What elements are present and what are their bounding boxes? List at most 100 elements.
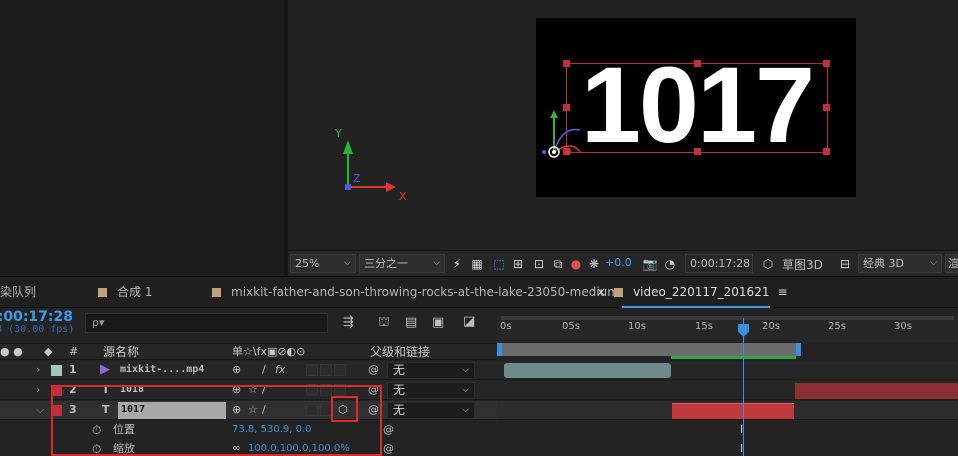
chevron-down-icon: ⌵ <box>462 365 469 375</box>
handle-br[interactable] <box>823 148 830 155</box>
ruler-label: 20s <box>762 321 780 332</box>
quality-switch-icon[interactable]: / <box>262 361 266 379</box>
pickwhip-icon[interactable]: @ <box>383 421 394 439</box>
playhead-line <box>743 318 744 456</box>
parent-value: 无 <box>393 403 406 417</box>
view-options-icon[interactable]: ⊡ <box>531 256 547 272</box>
tab-label: 合成 1 <box>117 285 153 299</box>
ruler-label: 0s <box>500 321 512 332</box>
layer-search-input[interactable]: ρ▾ <box>85 313 328 333</box>
track-row[interactable] <box>497 401 958 420</box>
parent-dropdown[interactable]: 无 ⌵ <box>387 382 475 399</box>
work-area-bar[interactable] <box>501 343 799 356</box>
comp-swatch <box>98 288 107 297</box>
graph-editor-icon[interactable]: ◪ <box>463 314 475 329</box>
work-area-end[interactable] <box>796 343 801 356</box>
frame-blending-icon[interactable]: ▣ <box>432 315 444 330</box>
switch-box[interactable] <box>306 364 318 376</box>
layer-row[interactable]: › 1 ▶ mixkit-....mp4 ⊕ / fx @ 无 ⌵ <box>0 361 497 380</box>
parent-header: 父级和链接 <box>370 345 431 359</box>
shy-layers-icon[interactable]: ▤ <box>405 315 417 330</box>
tab-menu-icon[interactable]: ≡ <box>777 285 787 299</box>
layer-bar-video[interactable] <box>504 363 671 378</box>
ruler-label: 30s <box>894 321 912 332</box>
switch-box[interactable] <box>334 364 346 376</box>
parent-dropdown[interactable]: 无 ⌵ <box>387 362 475 379</box>
axis-y-label: Y <box>335 127 342 140</box>
tab-render-queue[interactable]: 渲染队列 <box>0 277 36 309</box>
tab-video[interactable]: × video_220117_201621 ≡ <box>596 277 788 309</box>
renderer-value: 经典 3D <box>863 257 904 270</box>
handle-tr[interactable] <box>823 60 830 67</box>
mask-visibility-icon[interactable]: ⬚ <box>491 256 507 272</box>
ruler-label: 10s <box>628 321 646 332</box>
tab-label: 渲染队列 <box>0 285 37 299</box>
resolution-dropdown[interactable]: 三分之一 ⌵ <box>359 254 445 273</box>
parent-value: 无 <box>393 383 406 397</box>
work-area-start[interactable] <box>497 343 502 356</box>
draft3d-icon[interactable]: ⬡ <box>760 256 776 272</box>
highlight-3d-switch <box>331 396 358 422</box>
close-icon[interactable]: × <box>596 285 606 299</box>
tab-mixkit[interactable]: mixkit-father-and-son-throwing-rocks-at-… <box>212 277 619 309</box>
video-layer-icon: ▶ <box>100 362 110 377</box>
zoom-value: 25% <box>295 257 320 270</box>
timeline-timecode[interactable]: 0:00:17:28 <box>0 309 73 325</box>
pickwhip-icon[interactable]: @ <box>368 361 379 379</box>
fx-switch-icon[interactable]: fx <box>275 361 285 379</box>
extended-viewer-icon[interactable]: ⊟ <box>837 256 853 272</box>
layer-bar-1017[interactable] <box>672 403 794 419</box>
layer-number-header: # <box>69 345 79 358</box>
track-row[interactable] <box>497 361 958 380</box>
channels-icon[interactable]: ● <box>568 256 584 272</box>
collapse-switch-icon[interactable]: ⊕ <box>232 361 241 379</box>
pickwhip-icon[interactable]: @ <box>383 440 394 456</box>
source-name-header[interactable]: 源名称 <box>103 344 139 360</box>
color-management-icon[interactable]: ❋ <box>586 256 602 272</box>
handle-b[interactable] <box>694 148 701 155</box>
show-snapshot-icon[interactable]: ◔ <box>662 256 678 272</box>
time-navigator[interactable] <box>501 316 954 320</box>
axis-z-label: Z <box>353 172 361 185</box>
layer-name[interactable]: mixkit-....mp4 <box>120 361 204 379</box>
chevron-down-icon: ⌵ <box>462 405 469 415</box>
renderer-dropdown[interactable]: 经典 3D ⌵ <box>858 254 942 273</box>
chevron-down-icon[interactable]: ⌵ <box>36 401 44 419</box>
layer-bar-1018[interactable] <box>795 383 958 399</box>
parent-value: 无 <box>393 363 406 377</box>
render-overflow-dropdown[interactable]: 渲 <box>945 254 958 273</box>
chevron-right-icon[interactable]: › <box>36 361 40 379</box>
anchor-point-gizmo[interactable] <box>542 108 592 163</box>
tab-bar: 渲染队列 合成 1 mixkit-father-and-son-throwing… <box>0 276 958 308</box>
track-row[interactable] <box>497 381 958 400</box>
chevron-down-icon: ⌵ <box>433 258 440 268</box>
zoom-dropdown[interactable]: 25% ⌵ <box>290 254 356 273</box>
current-time-field[interactable]: 0:00:17:28 <box>685 254 753 273</box>
time-ruler[interactable]: 0s 05s 10s 15s 20s 25s 30s <box>497 316 958 342</box>
handle-tl[interactable] <box>563 60 570 67</box>
draft3d-icon[interactable]: ⛫ <box>378 315 390 332</box>
switches-header: 单☆\fx▣⊘◐⊙ <box>232 345 306 358</box>
comp-flowchart-icon[interactable]: ⇶ <box>343 315 354 330</box>
transparency-grid-icon[interactable]: ▦ <box>469 256 485 272</box>
cache-indicator <box>671 356 796 359</box>
layer-label-swatch[interactable] <box>51 365 62 376</box>
draft3d-label[interactable]: 草图3D <box>782 256 823 273</box>
exposure-value[interactable]: +0.0 <box>605 256 632 269</box>
layer-bounding-box[interactable] <box>563 60 830 155</box>
overflow-value: 渲 <box>948 257 958 270</box>
guides-icon[interactable]: ⊞ <box>510 256 526 272</box>
chevron-down-icon: ⌵ <box>462 385 469 395</box>
label-header-icon: ◆ <box>44 345 53 358</box>
comp-swatch <box>614 288 624 297</box>
switch-box[interactable] <box>320 364 332 376</box>
handle-r[interactable] <box>823 104 830 111</box>
fast-preview-icon[interactable]: ⚡ <box>449 256 465 272</box>
ruler-label: 25s <box>828 321 846 332</box>
chevron-right-icon[interactable]: › <box>36 381 40 399</box>
parent-dropdown[interactable]: 无 ⌵ <box>387 402 475 419</box>
handle-t[interactable] <box>694 60 701 67</box>
tab-comp-1[interactable]: 合成 1 <box>98 277 152 309</box>
snapshot-icon[interactable]: 📷 <box>642 256 658 272</box>
region-of-interest-icon[interactable]: ⧉ <box>550 256 566 272</box>
